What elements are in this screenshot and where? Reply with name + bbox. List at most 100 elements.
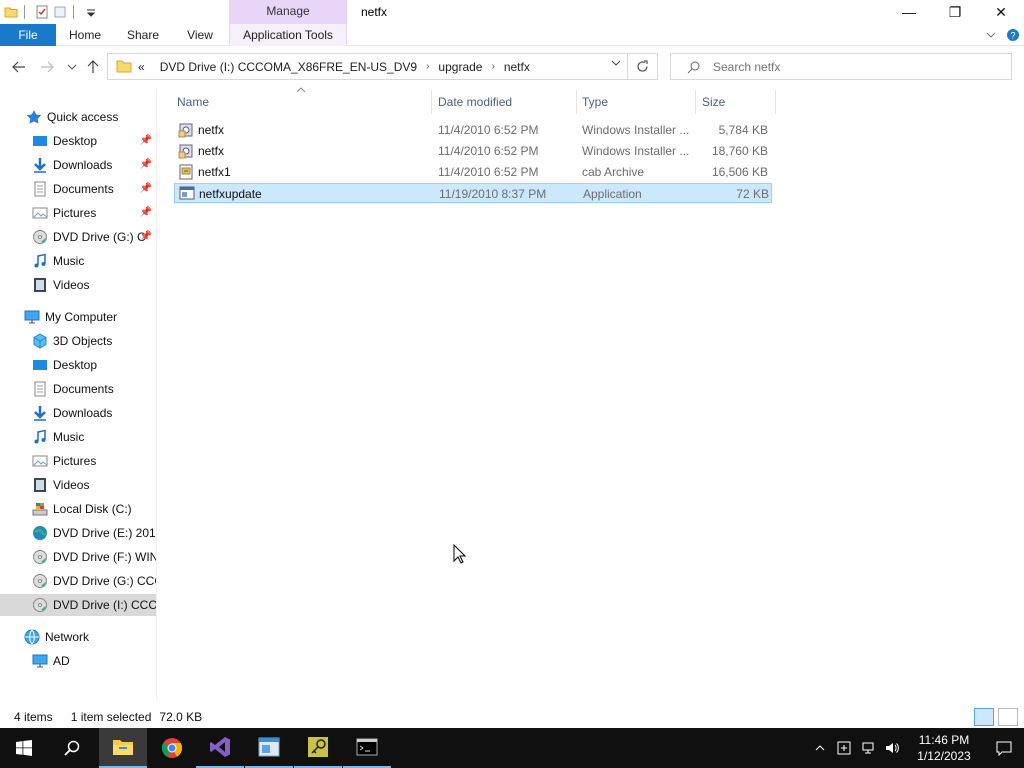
forward-button[interactable] [37,57,57,77]
table-row[interactable]: netfx1 11/4/2010 6:52 PM cab Archive 16,… [174,162,772,182]
pin-icon[interactable]: 📌 [140,135,152,146]
table-row[interactable]: netfxupdate 11/19/2010 8:37 PM Applicati… [174,183,772,203]
taskbar-visual-studio[interactable] [196,728,244,768]
up-button[interactable] [83,57,103,77]
volume-button[interactable] [880,728,904,768]
nav-my-computer[interactable]: My Computer [0,306,156,328]
refresh-button[interactable] [627,54,657,79]
nav-label: Downloads [53,406,113,420]
clock-time: 11:46 PM [918,733,970,747]
table-row[interactable]: netfx 11/4/2010 6:52 PM Windows Installe… [174,141,772,161]
nav-network[interactable]: Network [0,626,156,648]
cab-archive-icon [179,164,193,180]
nav-item-videos[interactable]: Videos [0,274,156,296]
column-label: Date modified [438,95,513,109]
show-hidden-icons-button[interactable] [808,728,832,768]
nav-item-documents-2[interactable]: Documents [0,378,156,400]
search-box[interactable] [670,53,1012,80]
address-dropdown-button[interactable] [611,59,621,70]
nav-item-desktop[interactable]: Desktop 📌 [0,130,156,152]
search-input[interactable] [713,59,993,74]
recent-locations-button[interactable] [62,57,82,77]
column-header-size[interactable]: Size [695,90,776,114]
nav-item-downloads[interactable]: Downloads 📌 [0,154,156,176]
action-center-button[interactable] [984,728,1024,768]
nav-item-pictures[interactable]: Pictures 📌 [0,202,156,224]
taskbar-chrome[interactable] [148,728,196,768]
status-item-count: 4 items [14,710,53,724]
start-button[interactable] [0,728,48,768]
breadcrumb-item-upgrade[interactable]: upgrade [438,60,482,74]
network-icon [24,629,40,645]
new-folder-icon[interactable] [53,5,67,19]
nav-item-dvd-g-2[interactable]: DVD Drive (G:) CCC [0,570,156,592]
minimize-button[interactable]: — [886,0,932,24]
properties-icon[interactable] [35,5,49,19]
pane-divider[interactable] [156,90,157,700]
nav-item-desktop-2[interactable]: Desktop [0,354,156,376]
close-button[interactable]: ✕ [978,0,1024,24]
mouse-cursor-icon [453,544,467,564]
breadcrumb-item-netfx[interactable]: netfx [504,60,530,74]
pin-icon[interactable]: 📌 [140,207,152,218]
tab-view[interactable]: View [172,24,228,46]
pin-icon[interactable]: 📌 [140,159,152,170]
network-status-button[interactable] [856,728,880,768]
nav-item-dvd-e[interactable]: DVD Drive (E:) 2015C [0,522,156,544]
pin-icon[interactable]: 📌 [140,231,152,242]
manage-context-tab[interactable]: Manage [229,0,347,24]
nav-item-documents[interactable]: Documents 📌 [0,178,156,200]
nav-item-pictures-2[interactable]: Pictures [0,450,156,472]
column-header-date[interactable]: Date modified [432,90,577,114]
caption-buttons: — ❐ ✕ [886,0,1024,24]
chevron-right-icon[interactable]: › [491,61,494,72]
nav-label: 3D Objects [53,334,113,348]
taskbar-app-window[interactable] [245,728,293,768]
column-header-type[interactable]: Type [576,90,696,114]
tab-share[interactable]: Share [114,24,172,46]
document-icon [34,381,46,397]
folder-icon[interactable] [4,5,18,19]
nav-label: Pictures [53,454,97,468]
details-view-button[interactable] [974,708,994,726]
breadcrumb-overflow[interactable]: « [138,60,145,74]
nav-label: Documents [53,382,114,396]
file-list[interactable]: Name Date modified Type Size netfx 11/4/… [160,87,1024,700]
back-button[interactable] [9,57,29,77]
navigation-pane[interactable]: Quick access Desktop 📌 Downloads 📌 Docum… [0,90,156,700]
nav-item-ad[interactable]: AD [0,650,156,672]
taskbar-command-prompt[interactable] [343,728,391,768]
taskbar-key-tool[interactable] [294,728,342,768]
chevron-down-icon[interactable] [986,30,996,40]
taskbar-clock[interactable]: 11:46 PM 1/12/2023 [904,732,984,764]
nav-label: DVD Drive (G:) CCC [53,574,156,588]
nav-item-dvd-g[interactable]: DVD Drive (G:) C 📌 [0,226,156,248]
restore-button[interactable]: ❐ [932,0,978,24]
nav-item-music[interactable]: Music [0,250,156,272]
chevron-right-icon[interactable]: › [426,61,429,72]
chevron-down-icon [67,64,77,70]
tab-home[interactable]: Home [56,24,114,46]
speaker-icon [886,743,899,753]
nav-label: Network [45,630,90,644]
tab-application-tools[interactable]: Application Tools [229,24,347,46]
pin-icon[interactable]: 📌 [140,183,152,194]
address-bar[interactable]: « DVD Drive (I:) CCCOMA_X86FRE_EN-US_DV9… [107,53,658,80]
nav-item-music-2[interactable]: Music [0,426,156,448]
nav-item-dvd-i[interactable]: DVD Drive (I:) CCCC [0,594,156,616]
nav-item-local-disk-c[interactable]: Local Disk (C:) [0,498,156,520]
search-button[interactable] [48,728,96,768]
breadcrumb-item-drive[interactable]: DVD Drive (I:) CCCOMA_X86FRE_EN-US_DV9 [160,60,417,74]
taskbar-file-explorer[interactable] [99,728,147,768]
nav-item-dvd-f[interactable]: DVD Drive (F:) WINX [0,546,156,568]
large-icons-view-button[interactable] [998,708,1018,726]
tray-app-button[interactable] [832,728,856,768]
help-icon[interactable]: ? [1006,28,1020,42]
nav-item-downloads-2[interactable]: Downloads [0,402,156,424]
customize-dropdown-icon[interactable] [84,5,98,19]
nav-quick-access[interactable]: Quick access [0,106,156,128]
nav-item-3d-objects[interactable]: 3D Objects [0,330,156,352]
table-row[interactable]: netfx 11/4/2010 6:52 PM Windows Installe… [174,120,772,140]
tab-file[interactable]: File [0,24,56,46]
nav-item-videos-2[interactable]: Videos [0,474,156,496]
